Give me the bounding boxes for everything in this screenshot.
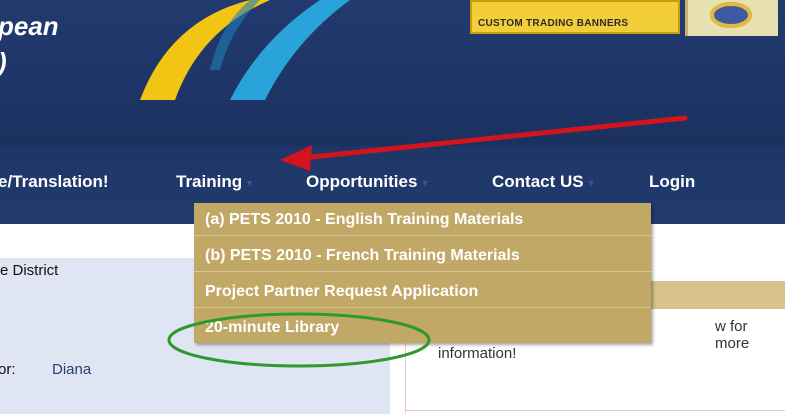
news-text-line2: information! xyxy=(438,345,517,362)
nav-item-label: Training xyxy=(176,172,243,191)
nav-item-contact[interactable]: Contact US ▼ xyxy=(492,172,596,192)
director-label: or: xyxy=(0,361,16,378)
district-label: e District xyxy=(0,262,59,279)
nav-item-login[interactable]: Login xyxy=(649,172,695,192)
site-title: pean ) xyxy=(0,8,59,80)
chevron-down-icon: ▼ xyxy=(586,178,596,188)
menu-item-project-partner[interactable]: Project Partner Request Application xyxy=(194,275,651,308)
menu-item-20-minute-library[interactable]: 20-minute Library xyxy=(194,311,651,344)
logo-subtext: . xyxy=(150,80,155,98)
menu-item-pets-french[interactable]: (b) PETS 2010 - French Training Material… xyxy=(194,239,651,272)
chevron-down-icon: ▼ xyxy=(420,178,430,188)
director-value: Diana xyxy=(52,361,92,378)
menu-item-pets-english[interactable]: (a) PETS 2010 - English Training Materia… xyxy=(194,203,651,236)
nav-item-label: Opportunities xyxy=(306,172,418,191)
logo-graphic xyxy=(140,0,350,100)
news-text-line1: w for more xyxy=(715,318,750,352)
site-header: pean ) . CUSTOM TRADING BANNERS xyxy=(0,0,785,146)
nav-item-label: Login xyxy=(649,172,696,191)
news-divider xyxy=(406,410,785,411)
site-title-line2: ) xyxy=(0,44,59,80)
banner-ad[interactable]: CUSTOM TRADING BANNERS xyxy=(470,0,680,34)
banner-ad-image[interactable] xyxy=(685,0,778,36)
seal-icon xyxy=(710,2,752,28)
logo-blue-arc xyxy=(230,0,350,100)
nav-item-opportunities[interactable]: Opportunities ▼ xyxy=(306,172,429,192)
nav-item-label: e/Translation! xyxy=(0,172,109,191)
chevron-down-icon: ▼ xyxy=(245,178,255,188)
nav-item-translation[interactable]: e/Translation! xyxy=(0,172,109,192)
site-title-line1: pean xyxy=(0,11,59,41)
nav-item-training[interactable]: Training ▼ xyxy=(176,172,254,192)
banner-ad-text: CUSTOM TRADING BANNERS xyxy=(478,18,629,29)
nav-item-label: Contact US xyxy=(492,172,584,191)
training-dropdown-menu: (a) PETS 2010 - English Training Materia… xyxy=(194,203,651,343)
